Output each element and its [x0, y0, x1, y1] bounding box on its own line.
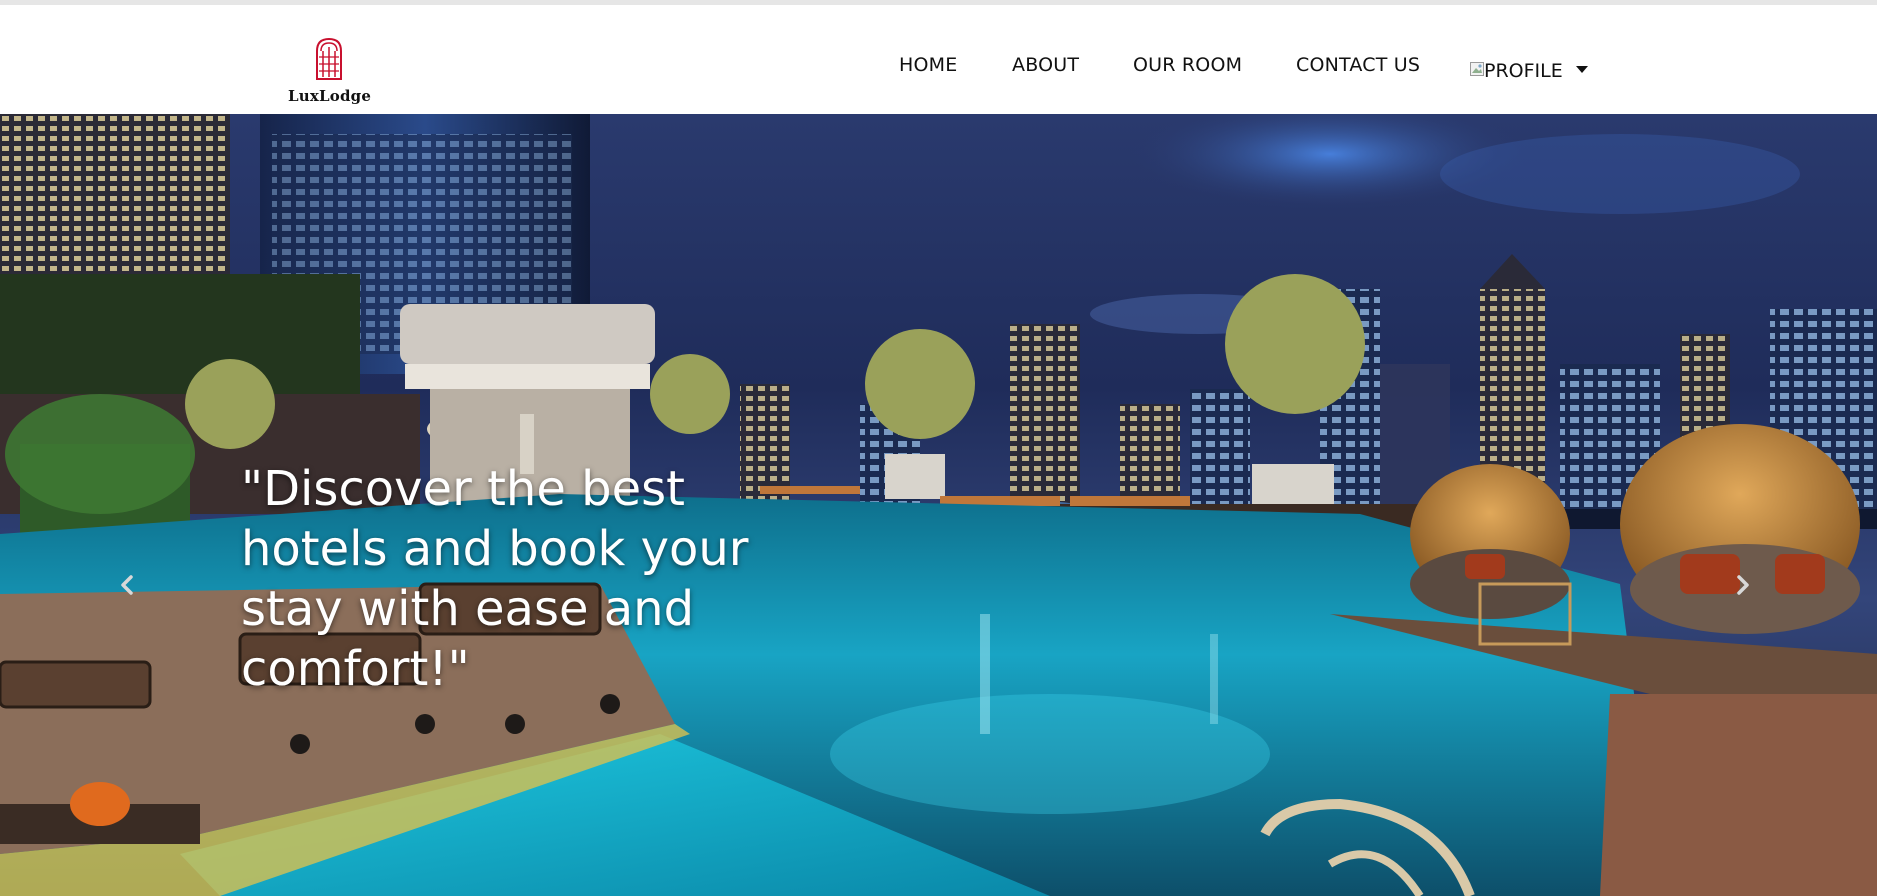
caret-down-icon [1576, 66, 1588, 73]
brand-logo-link[interactable]: LuxLodge [285, 35, 375, 105]
lodge-logo-icon [314, 37, 344, 86]
chevron-right-icon [1728, 570, 1758, 600]
carousel-next-button[interactable] [1728, 570, 1758, 600]
nav-contact-us[interactable]: CONTACT US [1296, 54, 1420, 76]
hero-caption: "Discover the best hotels and book your … [241, 461, 749, 697]
profile-label: PROFILE [1484, 60, 1563, 82]
profile-dropdown[interactable]: PROFILE [1470, 58, 1590, 86]
chevron-left-icon [112, 570, 142, 600]
nav-home[interactable]: HOME [899, 54, 957, 76]
brand-name: LuxLodge [288, 87, 372, 105]
navbar: LuxLodge HOME ABOUT OUR ROOM CONTACT US … [0, 5, 1877, 114]
nav-about[interactable]: ABOUT [1012, 54, 1079, 76]
nav-our-room[interactable]: OUR ROOM [1133, 54, 1242, 76]
broken-image-icon [1470, 62, 1484, 76]
hero-carousel: "Discover the best hotels and book your … [0, 114, 1877, 896]
carousel-prev-button[interactable] [112, 570, 142, 600]
